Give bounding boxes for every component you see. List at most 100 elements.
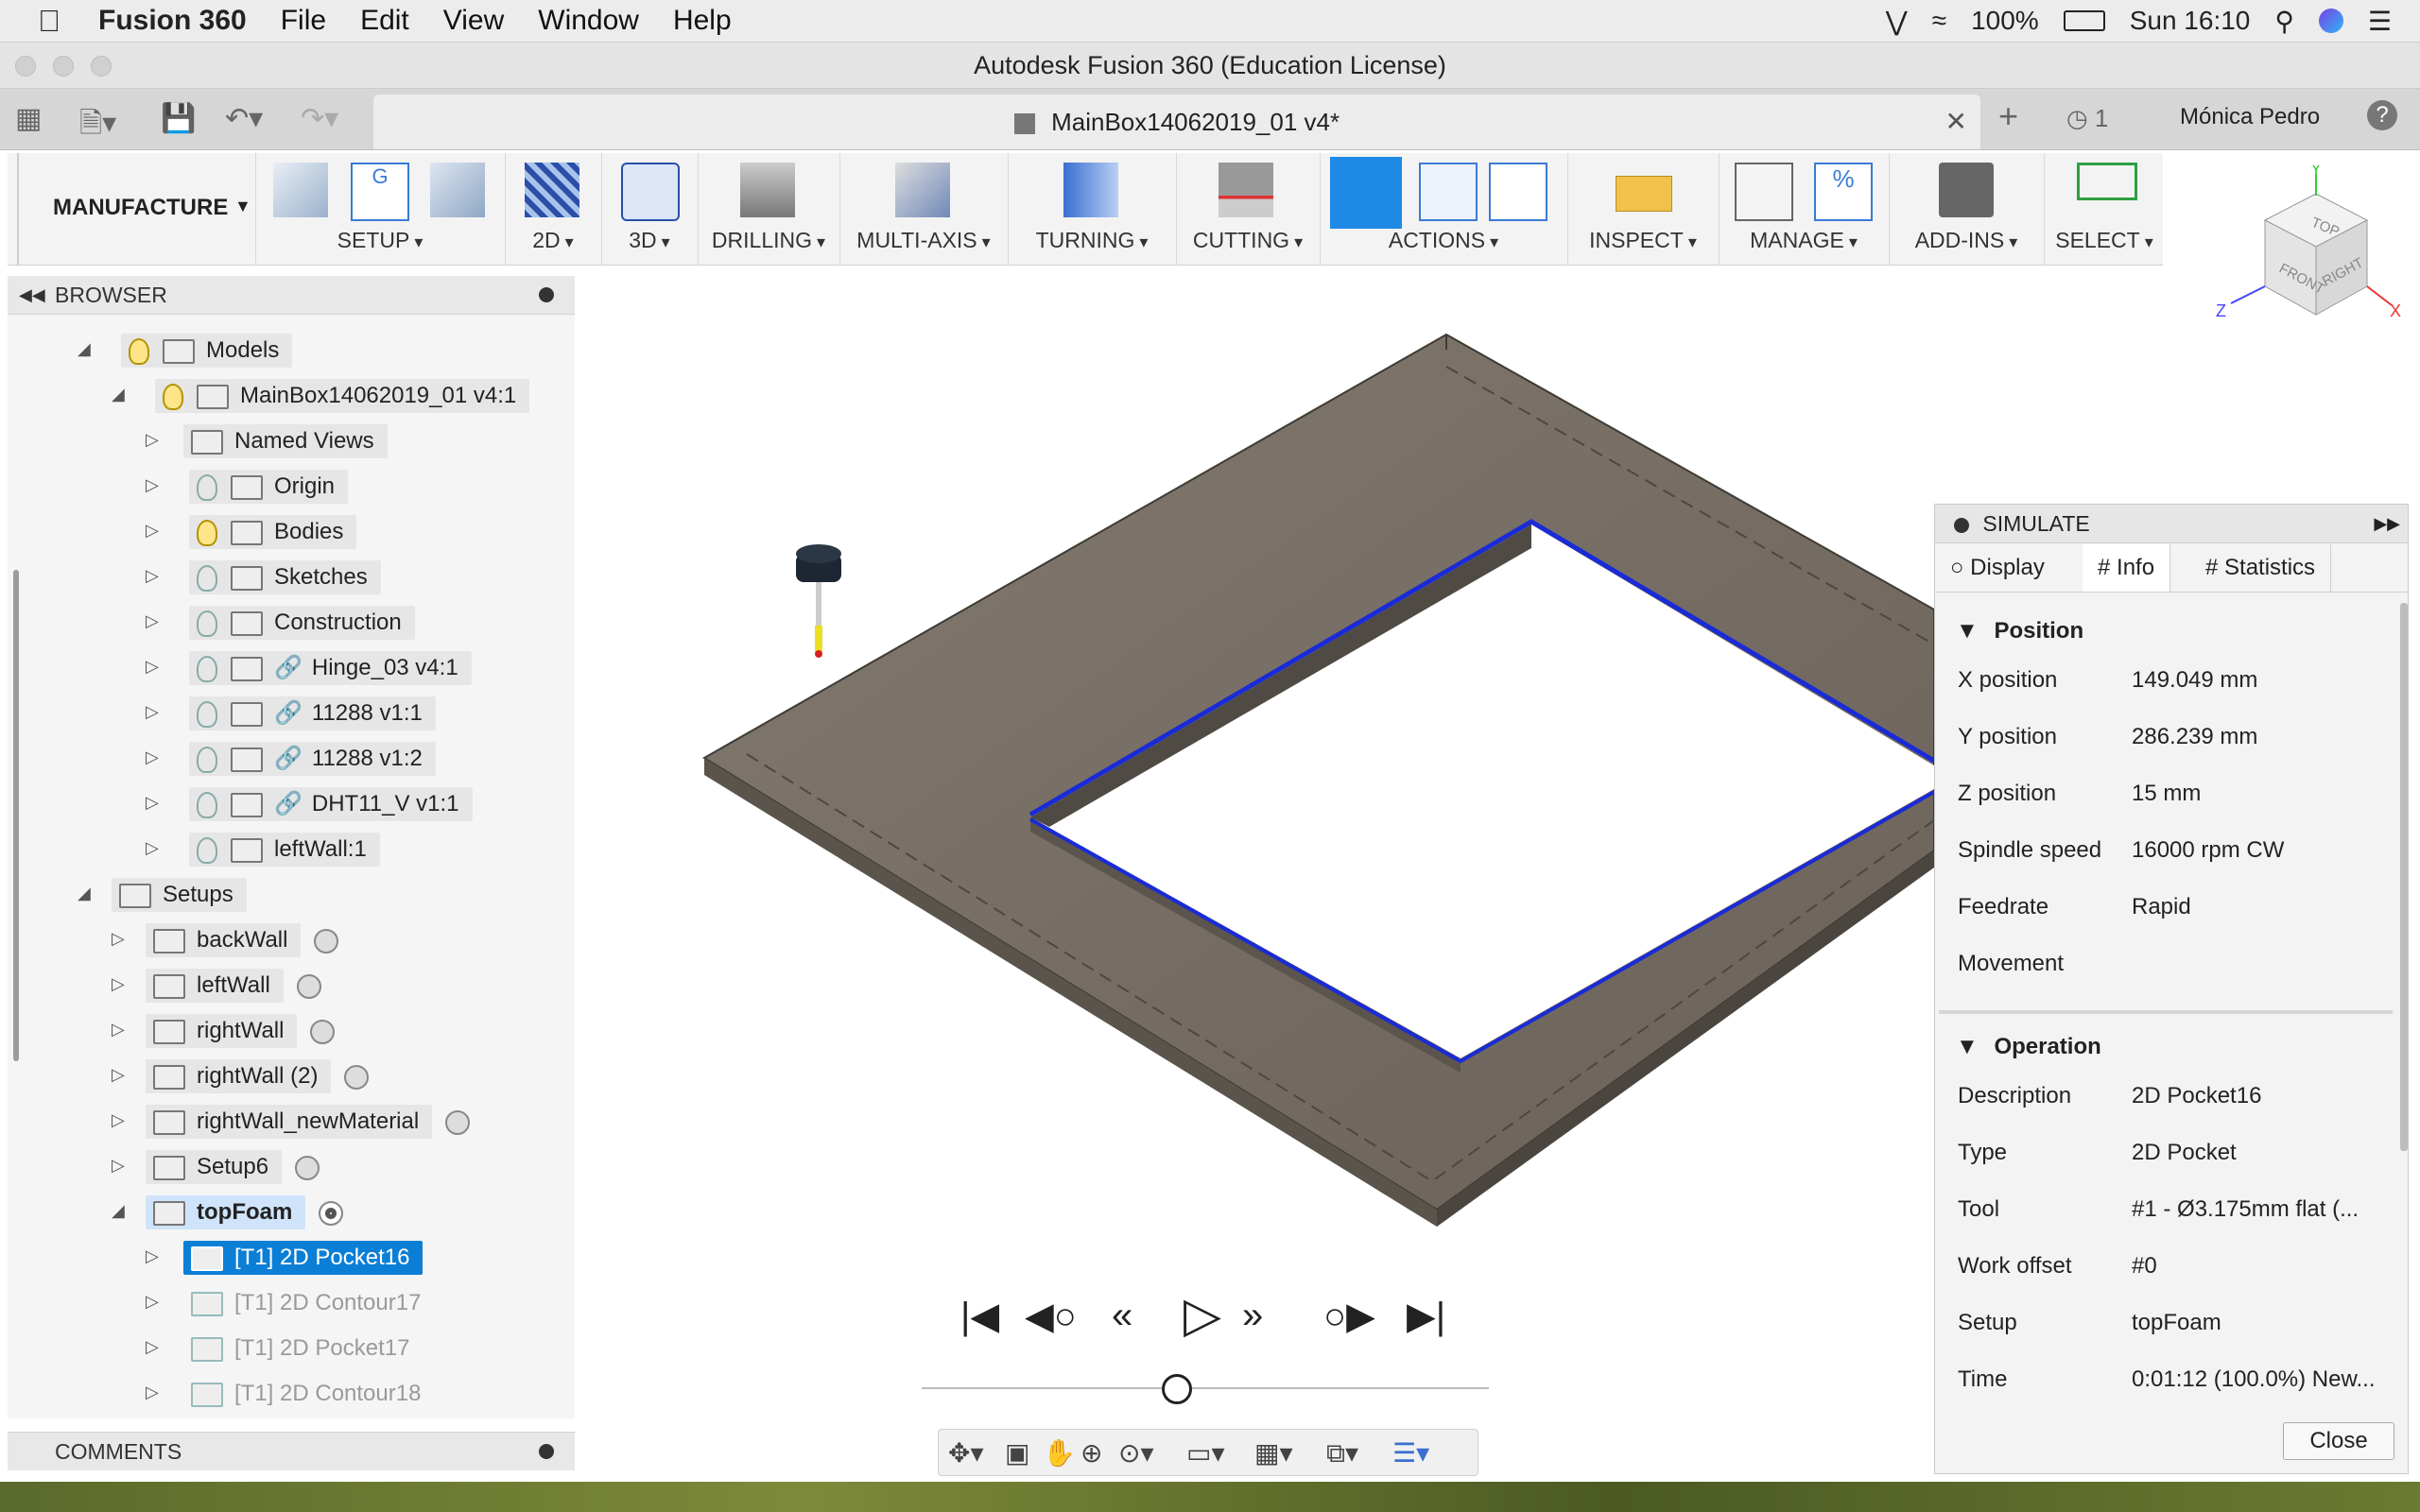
workspace-switcher[interactable]: MANUFACTURE ▼ [17, 153, 255, 265]
display-settings-icon[interactable]: ▭▾ [1186, 1437, 1225, 1469]
close-tab-icon[interactable]: ✕ [1945, 94, 1967, 149]
orbit-icon[interactable]: ✥▾ [948, 1437, 984, 1469]
tree-item[interactable]: Sketches [189, 560, 381, 594]
3d-group[interactable]: 3D [601, 153, 697, 265]
stock-icon[interactable] [430, 163, 485, 217]
tree-expanded-icon[interactable]: ◢ [112, 1201, 125, 1221]
next-operation-icon[interactable]: ○▶ [1323, 1295, 1375, 1338]
tree-item[interactable]: 🔗 11288 v1:1 [189, 696, 436, 730]
visibility-bulb-icon[interactable] [197, 791, 217, 818]
simulate-header[interactable]: SIMULATE ▶▶ [1935, 505, 2408, 543]
tree-expanded-icon[interactable]: ◢ [78, 339, 91, 359]
pan-icon[interactable]: ✋ [1043, 1437, 1076, 1469]
close-window-button[interactable] [15, 56, 36, 77]
clock[interactable]: Sun 16:10 [2130, 6, 2251, 36]
visibility-bulb-icon[interactable] [197, 519, 217, 546]
tree-item[interactable]: Construction [189, 606, 415, 640]
add-ins-group[interactable]: ADD-INS [1889, 153, 2043, 265]
actions-group[interactable]: ACTIONS [1320, 153, 1566, 265]
tree-expanded-icon[interactable]: ◢ [78, 884, 91, 903]
notification-center-icon[interactable]: ☰ [2368, 6, 2392, 37]
user-account[interactable]: Mónica Pedro [2180, 104, 2320, 130]
battery-percent[interactable]: 100% [1971, 6, 2039, 36]
visibility-bulb-icon[interactable] [129, 337, 149, 365]
cutting-icon[interactable] [1219, 163, 1273, 217]
tree-collapsed-icon[interactable]: ▷ [146, 702, 159, 722]
add-comment-icon[interactable] [539, 1444, 554, 1459]
close-button[interactable]: Close [2283, 1422, 2394, 1460]
tree-item[interactable]: leftWall:1 [189, 833, 380, 867]
app-menu[interactable]: Fusion 360 [98, 5, 247, 37]
active-setup-radio[interactable] [319, 1200, 344, 1226]
tab-info[interactable]: # Info [2083, 544, 2171, 592]
undo-icon[interactable]: ↶▾ [225, 102, 263, 135]
tree-collapsed-icon[interactable]: ▷ [146, 1383, 159, 1402]
turning-icon[interactable] [1063, 163, 1118, 217]
manage-group[interactable]: % MANAGE [1719, 153, 1888, 265]
tree-collapsed-icon[interactable]: ▷ [146, 430, 159, 450]
viewports-icon[interactable]: ⧉▾ [1326, 1437, 1358, 1469]
tree-collapsed-icon[interactable]: ▷ [146, 657, 159, 677]
effects-icon[interactable]: ☰▾ [1392, 1437, 1429, 1469]
playback-slider-knob[interactable] [1162, 1374, 1192, 1404]
tree-collapsed-icon[interactable]: ▷ [146, 1292, 159, 1312]
visibility-bulb-icon[interactable] [197, 655, 217, 682]
setup-6[interactable]: topFoam [146, 1195, 344, 1229]
wifi-icon[interactable]: ≈ [1932, 6, 1946, 36]
grid-settings-icon[interactable]: ▦▾ [1254, 1437, 1293, 1469]
3d-viewport[interactable] [577, 274, 1934, 1276]
tree-collapsed-icon[interactable]: ▷ [146, 838, 159, 858]
visibility-bulb-icon[interactable] [163, 383, 183, 410]
simulate-scrollbar[interactable] [2400, 603, 2408, 1151]
setup-icon[interactable] [273, 163, 328, 217]
tree-item[interactable]: 🔗 11288 v1:2 [189, 742, 436, 776]
tree-setups[interactable]: Setups [112, 878, 247, 912]
active-setup-radio[interactable] [445, 1109, 471, 1135]
2d-pocket-icon[interactable] [525, 163, 579, 217]
operation-section-header[interactable]: ▼ Operation [1935, 1024, 2408, 1070]
drill-icon[interactable] [740, 163, 795, 217]
operation-3[interactable]: [T1] 2D Contour18 [183, 1377, 434, 1411]
active-setup-radio[interactable] [344, 1064, 370, 1090]
operation-0[interactable]: [T1] 2D Pocket16 [183, 1241, 424, 1275]
expand-panel-icon[interactable]: ▶▶ [2374, 505, 2400, 542]
document-tab[interactable]: MainBox14062019_01 v4* ✕ [373, 94, 1980, 149]
setup-4[interactable]: rightWall_newMaterial [146, 1105, 471, 1139]
tab-statistics[interactable]: # Statistics [2190, 544, 2332, 592]
browser-scrollbar[interactable] [13, 570, 19, 1061]
active-setup-radio[interactable] [314, 928, 339, 954]
tree-collapsed-icon[interactable]: ▷ [112, 1020, 125, 1040]
visibility-bulb-icon[interactable] [197, 473, 217, 501]
tree-collapsed-icon[interactable]: ▷ [146, 475, 159, 495]
setup-0[interactable]: backWall [146, 923, 339, 957]
previous-operation-icon[interactable]: ◀○ [1025, 1295, 1077, 1338]
play-icon[interactable]: ▷ [1184, 1287, 1221, 1344]
nc-program-icon[interactable]: G [351, 163, 409, 221]
tree-collapsed-icon[interactable]: ▷ [112, 1110, 125, 1130]
save-icon[interactable]: 💾 [161, 102, 196, 135]
setup-5[interactable]: Setup6 [146, 1150, 320, 1184]
browser-header[interactable]: ◀◀ BROWSER [8, 276, 575, 315]
tree-collapsed-icon[interactable]: ▷ [146, 566, 159, 586]
zoom-window-icon[interactable]: ⊙▾ [1118, 1437, 1154, 1469]
tree-collapsed-icon[interactable]: ▷ [112, 974, 125, 994]
step-back-icon[interactable]: « [1112, 1295, 1132, 1337]
tree-collapsed-icon[interactable]: ▷ [146, 747, 159, 767]
zoom-window-button[interactable] [91, 56, 112, 77]
operation-1[interactable]: [T1] 2D Contour17 [183, 1286, 434, 1320]
collapse-panel-icon[interactable]: ◀◀ [19, 276, 45, 314]
file-menu-icon[interactable]: 🗎▾ [79, 102, 116, 150]
zoom-icon[interactable]: ⊕ [1080, 1437, 1102, 1469]
operation-2[interactable]: [T1] 2D Pocket17 [183, 1332, 423, 1366]
active-setup-radio[interactable] [296, 973, 321, 999]
setup-sheet-icon[interactable] [1489, 163, 1547, 221]
setup-1[interactable]: leftWall [146, 969, 321, 1003]
minimize-window-button[interactable] [53, 56, 74, 77]
tree-item[interactable]: Origin [189, 470, 349, 504]
tool-library-icon[interactable] [1735, 163, 1793, 221]
siri-icon[interactable] [2318, 9, 2343, 33]
simulate-icon[interactable] [1330, 157, 1402, 229]
active-setup-radio[interactable] [295, 1155, 320, 1180]
tree-item[interactable]: Bodies [189, 515, 357, 549]
multi-axis-icon[interactable] [895, 163, 950, 217]
